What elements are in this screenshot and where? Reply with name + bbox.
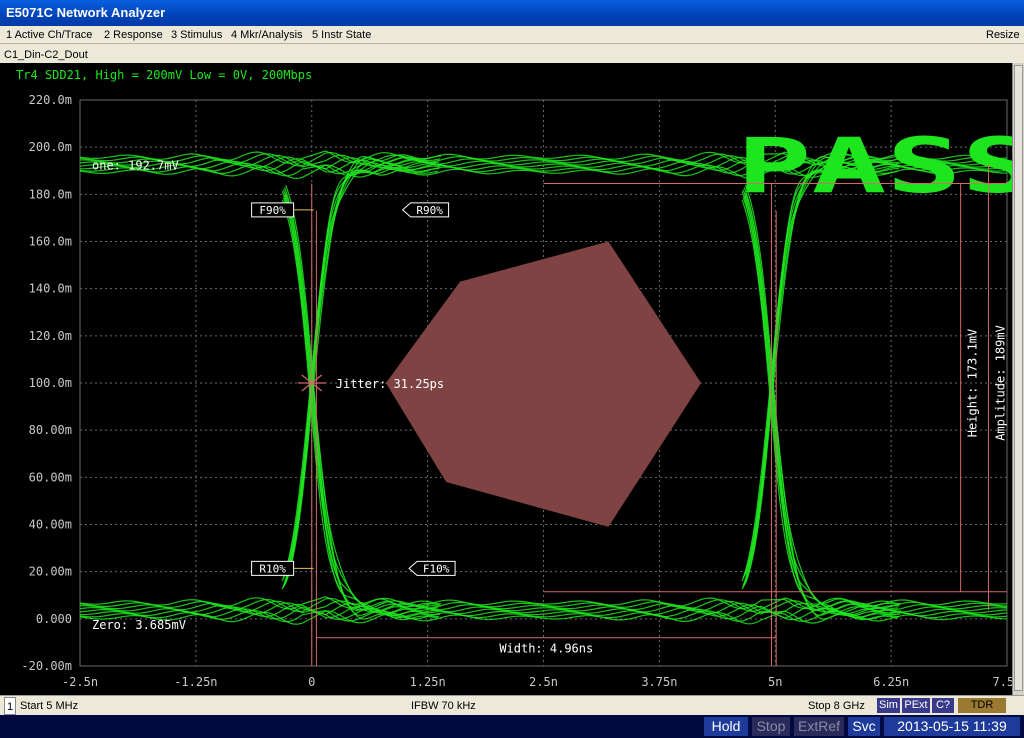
y-tick-label: 80.00m bbox=[29, 423, 72, 437]
trace-falling-edge bbox=[744, 184, 902, 606]
start-frequency[interactable]: Start 5 MHz bbox=[20, 696, 78, 716]
x-tick-label: 0 bbox=[308, 675, 315, 689]
y-tick-label: 20.00m bbox=[29, 565, 72, 579]
trace-falling-edge bbox=[743, 195, 901, 617]
ifbw-value[interactable]: IFBW 70 kHz bbox=[411, 696, 476, 716]
menu-stimulus[interactable]: 3 Stimulus bbox=[171, 26, 222, 44]
y-tick-label: -20.00m bbox=[21, 659, 72, 673]
height-label: Height: 173.1mV bbox=[966, 329, 980, 437]
y-tick-label: 0.000 bbox=[36, 612, 72, 626]
instrument-status-bar: Hold Stop ExtRef Svc 2013-05-15 11:39 bbox=[0, 715, 1024, 738]
cal-indicator[interactable]: C? bbox=[932, 698, 954, 713]
hold-button[interactable]: Hold bbox=[704, 717, 748, 736]
softkey-menu-bar: 1 Active Ch/Trace 2 Response 3 Stimulus … bbox=[0, 26, 1024, 44]
pext-indicator[interactable]: PExt bbox=[902, 698, 930, 713]
y-tick-label: 140.0m bbox=[29, 282, 72, 296]
x-tick-label: 2.5n bbox=[529, 675, 558, 689]
x-tick-label: 1.25n bbox=[410, 675, 446, 689]
vertical-scrollbar[interactable] bbox=[1012, 63, 1024, 695]
x-tick-label: -2.5n bbox=[62, 675, 98, 689]
percent-marker-label: F90% bbox=[259, 204, 286, 217]
trace-header: Tr4 SDD21, High = 200mV Low = 0V, 200Mbp… bbox=[16, 68, 312, 82]
trace-falling-edge bbox=[741, 200, 898, 621]
channel-number[interactable]: 1 bbox=[4, 697, 16, 715]
amplitude-label: Amplitude: 189mV bbox=[993, 325, 1007, 441]
trace-low-level bbox=[79, 610, 1008, 625]
stop-indicator[interactable]: Stop bbox=[752, 717, 790, 736]
x-tick-label: 7.5n bbox=[993, 675, 1012, 689]
sim-indicator[interactable]: Sim bbox=[877, 698, 900, 713]
trace-rising-edge bbox=[741, 160, 898, 582]
menu-active-ch-trace[interactable]: 1 Active Ch/Trace bbox=[6, 26, 92, 44]
menu-resize[interactable]: Resize bbox=[986, 26, 1020, 44]
window-title-bar: E5071C Network Analyzer bbox=[0, 0, 1024, 26]
scrollbar-thumb[interactable] bbox=[1014, 65, 1023, 691]
menu-mkr-analysis[interactable]: 4 Mkr/Analysis bbox=[231, 26, 303, 44]
channel-status-bar: 1 Start 5 MHz IFBW 70 kHz Stop 8 GHz Sim… bbox=[0, 695, 1024, 715]
x-tick-label: 6.25n bbox=[873, 675, 909, 689]
extref-indicator[interactable]: ExtRef bbox=[794, 717, 844, 736]
eye-diagram-chart: PASS one: 192.7mV Zero: 3.685mV Width: 4.9… bbox=[16, 68, 1012, 689]
y-tick-label: 160.0m bbox=[29, 235, 72, 249]
percent-marker-label: R10% bbox=[259, 562, 286, 575]
percent-marker: F10% bbox=[408, 560, 456, 576]
x-tick-label: -1.25n bbox=[174, 675, 217, 689]
svc-indicator[interactable]: Svc bbox=[848, 717, 880, 736]
zero-level-label: Zero: 3.685mV bbox=[92, 618, 186, 632]
channel-tab[interactable]: C1_Din-C2_Dout bbox=[4, 46, 88, 64]
trace-falling-edge bbox=[741, 191, 898, 613]
x-tick-label: 5n bbox=[768, 675, 782, 689]
jitter-label: Jitter: 31.25ps bbox=[336, 377, 444, 391]
tdr-indicator[interactable]: TDR bbox=[958, 698, 1006, 713]
percent-marker: R90% bbox=[401, 202, 450, 218]
percent-marker-label: F10% bbox=[423, 562, 450, 575]
y-tick-label: 100.0m bbox=[29, 376, 72, 390]
date-time: 2013-05-15 11:39 bbox=[884, 717, 1020, 736]
percent-marker-label: R90% bbox=[416, 204, 443, 217]
trace-falling-edge bbox=[743, 187, 901, 608]
percent-marker: F90% bbox=[251, 202, 314, 218]
trace-falling-edge bbox=[742, 197, 899, 619]
y-tick-label: 220.0m bbox=[29, 93, 72, 107]
menu-instr-state[interactable]: 5 Instr State bbox=[312, 26, 371, 44]
one-level-label: one: 192.7mV bbox=[92, 158, 179, 172]
channel-title-bar: C1_Din-C2_Dout bbox=[0, 45, 1024, 63]
pass-indicator: PASS bbox=[736, 121, 1012, 210]
y-tick-label: 40.00m bbox=[29, 518, 72, 532]
y-tick-label: 180.0m bbox=[29, 187, 72, 201]
y-tick-label: 200.0m bbox=[29, 140, 72, 154]
y-tick-label: 60.00m bbox=[29, 470, 72, 484]
window-title: E5071C Network Analyzer bbox=[6, 5, 166, 20]
trace-rising-edge bbox=[741, 169, 898, 590]
x-tick-label: 3.75n bbox=[641, 675, 677, 689]
eye-diagram-display[interactable]: PASS one: 192.7mV Zero: 3.685mV Width: 4.9… bbox=[0, 63, 1012, 695]
trace-falling-edge bbox=[742, 189, 899, 610]
width-label: Width: 4.96ns bbox=[499, 642, 593, 656]
y-tick-label: 120.0m bbox=[29, 329, 72, 343]
stop-frequency[interactable]: Stop 8 GHz bbox=[808, 696, 865, 716]
percent-marker: R10% bbox=[251, 560, 314, 576]
menu-response[interactable]: 2 Response bbox=[104, 26, 163, 44]
trace-rising-edge bbox=[742, 158, 899, 579]
